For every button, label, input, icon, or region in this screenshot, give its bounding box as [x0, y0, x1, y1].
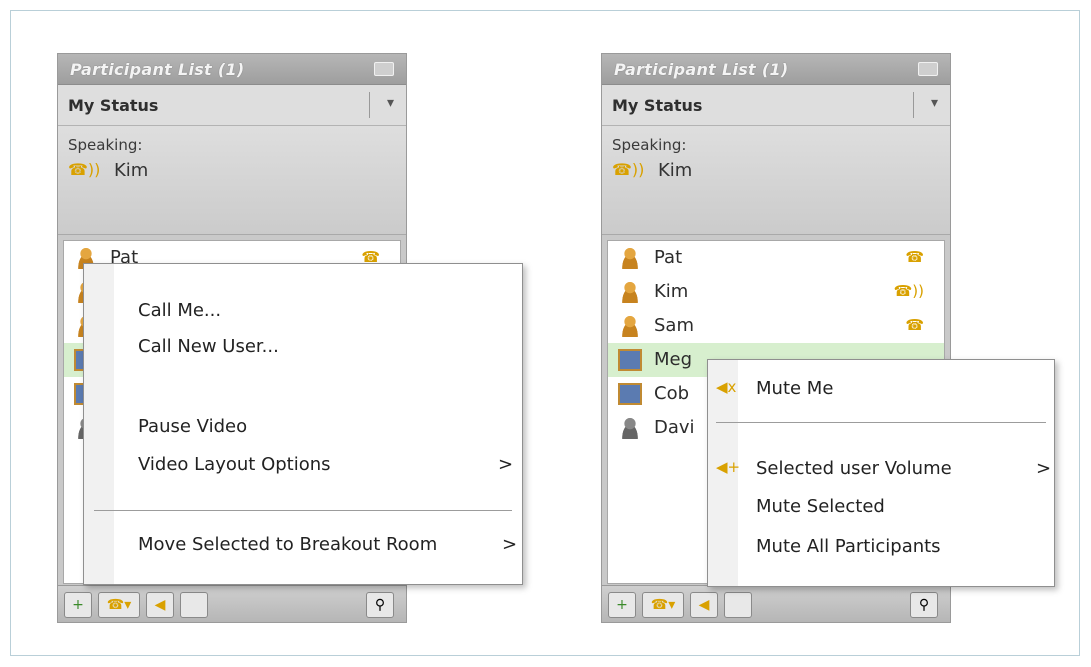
- chevron-down-icon[interactable]: ▾: [387, 95, 394, 111]
- speaking-name: Kim: [114, 160, 149, 181]
- context-menu-right: ◀x Mute Me ◀+ Selected user Volume > Mut…: [707, 359, 1055, 587]
- submenu-arrow: >: [1036, 458, 1052, 479]
- grey-person-icon: [618, 417, 642, 439]
- menu-item-call-new-user[interactable]: Call New User...: [138, 336, 279, 357]
- list-item[interactable]: Sam ☎: [608, 309, 944, 343]
- figure-frame: Participant List (1) My Status ▾ Speakin…: [10, 10, 1080, 656]
- list-item[interactable]: Kim ☎)): [608, 275, 944, 309]
- panel-title: Participant List (1): [614, 60, 789, 79]
- my-status-label: My Status: [68, 96, 159, 115]
- menu-item-selected-user-volume[interactable]: Selected user Volume: [756, 458, 952, 479]
- menu-item-pause-video[interactable]: Pause Video: [138, 416, 247, 437]
- title-bar: Participant List (1): [58, 54, 406, 85]
- person-icon: [618, 247, 642, 269]
- panel-title: Participant List (1): [70, 60, 245, 79]
- speaking-label: Speaking:: [612, 136, 687, 154]
- disabled-icon: [724, 592, 752, 618]
- speaking-label: Speaking:: [68, 136, 143, 154]
- add-user-icon[interactable]: +: [64, 592, 92, 618]
- phone-icon: ☎: [905, 316, 924, 334]
- screen-icon: [618, 383, 642, 405]
- restore-icon[interactable]: [374, 62, 394, 76]
- menu-item-video-layout-options[interactable]: Video Layout Options: [138, 454, 331, 475]
- phone-options-icon[interactable]: ☎▾: [642, 592, 684, 618]
- speaker-icon[interactable]: ◀: [690, 592, 718, 618]
- divider: [913, 92, 914, 118]
- person-icon: [618, 315, 642, 337]
- bottom-toolbar: + ☎▾ ◀ ⚲: [602, 585, 950, 622]
- volume-icon: ◀+: [716, 458, 741, 476]
- chevron-down-icon[interactable]: ▾: [931, 95, 938, 111]
- submenu-arrow: >: [498, 454, 514, 475]
- my-status-label: My Status: [612, 96, 703, 115]
- add-user-icon[interactable]: +: [608, 592, 636, 618]
- menu-item-call-me[interactable]: Call Me...: [138, 300, 221, 321]
- participant-name: Sam: [654, 315, 694, 336]
- participant-name: Cob: [654, 383, 690, 404]
- person-icon: [618, 281, 642, 303]
- my-status-row[interactable]: My Status ▾: [58, 85, 406, 126]
- context-menu-left: Call Me... Call New User... Pause Video …: [83, 263, 523, 585]
- menu-item-mute-selected[interactable]: Mute Selected: [756, 496, 885, 517]
- my-status-row[interactable]: My Status ▾: [602, 85, 950, 126]
- speaking-name: Kim: [658, 160, 693, 181]
- title-bar: Participant List (1): [602, 54, 950, 85]
- participant-name: Pat: [654, 247, 683, 268]
- menu-separator: [716, 422, 1046, 423]
- menu-item-mute-all[interactable]: Mute All Participants: [756, 536, 941, 557]
- bottom-toolbar: + ☎▾ ◀ ⚲: [58, 585, 406, 622]
- participant-name: Davi: [654, 417, 695, 438]
- list-item[interactable]: Pat ☎: [608, 241, 944, 275]
- search-icon[interactable]: ⚲: [366, 592, 394, 618]
- menu-item-move-to-breakout[interactable]: Move Selected to Breakout Room: [138, 534, 437, 555]
- phone-speaking-icon: ☎)): [612, 160, 645, 179]
- phone-icon: ☎: [905, 248, 924, 266]
- speaker-mute-icon: ◀x: [716, 378, 737, 396]
- speaking-area: Speaking: ☎)) Kim: [58, 126, 406, 235]
- speaking-area: Speaking: ☎)) Kim: [602, 126, 950, 235]
- menu-item-mute-me[interactable]: Mute Me: [756, 378, 833, 399]
- screen-icon: [618, 349, 642, 371]
- phone-options-icon[interactable]: ☎▾: [98, 592, 140, 618]
- restore-icon[interactable]: [918, 62, 938, 76]
- participant-name: Meg: [654, 349, 693, 370]
- disabled-icon: [180, 592, 208, 618]
- search-icon[interactable]: ⚲: [910, 592, 938, 618]
- phone-speaking-icon: ☎)): [68, 160, 101, 179]
- submenu-arrow: >: [502, 534, 518, 555]
- menu-separator: [94, 510, 512, 511]
- speaker-icon[interactable]: ◀: [146, 592, 174, 618]
- phone-speaking-icon: ☎)): [893, 282, 924, 300]
- participant-name: Kim: [654, 281, 689, 302]
- menu-gutter: [84, 264, 114, 584]
- divider: [369, 92, 370, 118]
